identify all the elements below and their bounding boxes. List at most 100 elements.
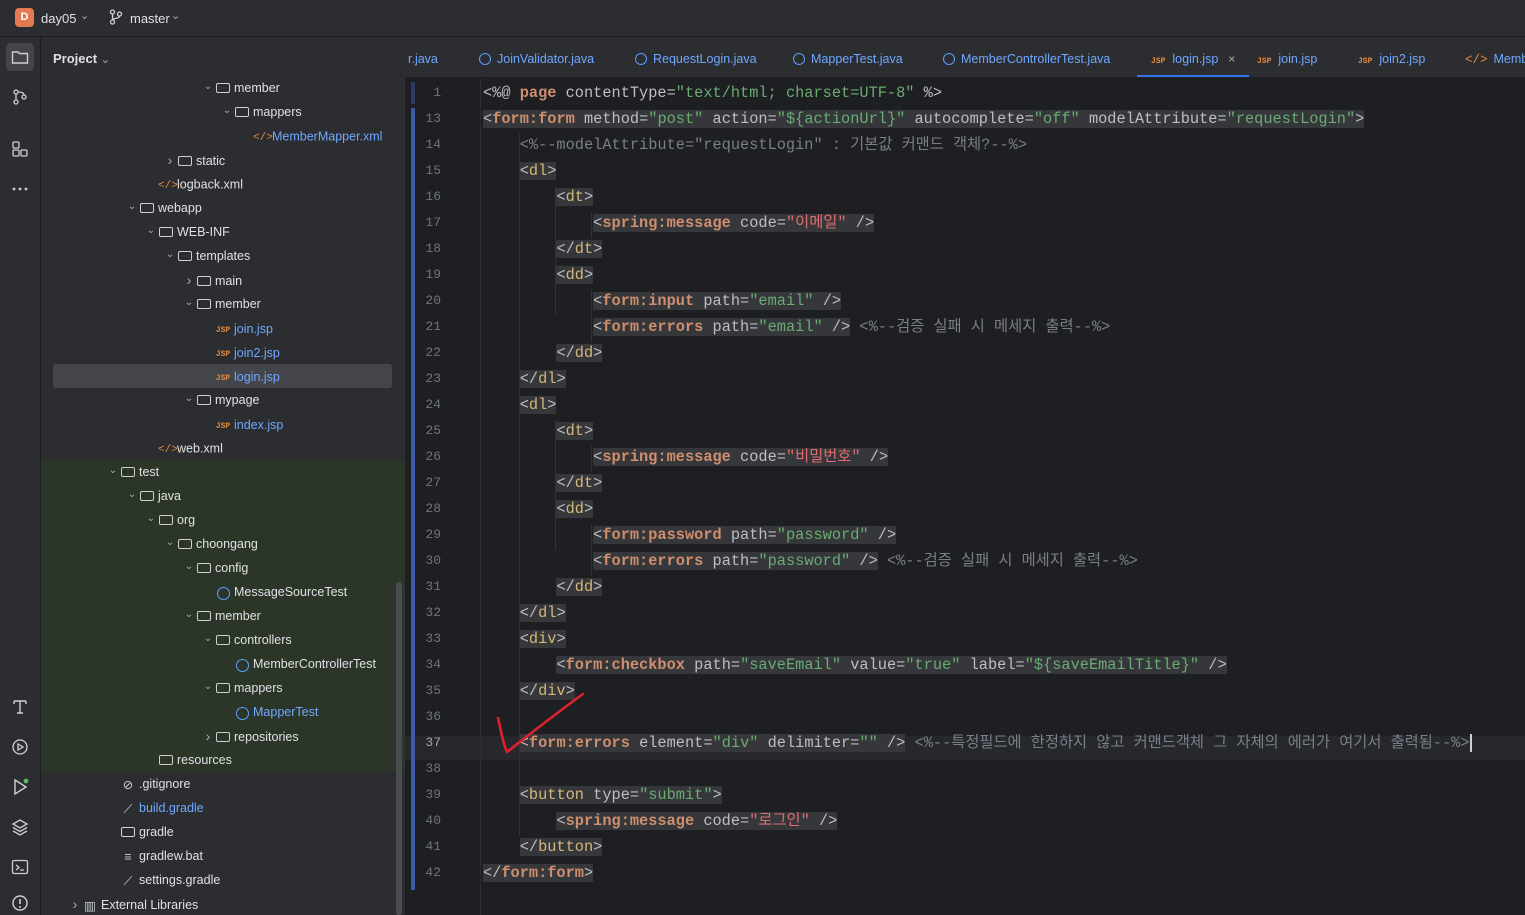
chevron-down-icon[interactable]: ⌄ [171, 9, 180, 22]
tree-item[interactable]: JSP join2.jsp [201, 340, 280, 364]
code-line[interactable]: <dd> [483, 498, 594, 520]
code-line[interactable]: <form:form method="post" action="${actio… [483, 108, 1365, 130]
code-line[interactable]: <button type="submit"> [483, 784, 722, 806]
tree-item[interactable]: ⟋ build.gradle [106, 796, 204, 820]
terminal-icon[interactable] [6, 853, 34, 881]
tree-item[interactable]: JSP join.jsp [201, 316, 273, 340]
more-icon[interactable] [6, 175, 34, 203]
editor-tab[interactable]: JSP login.jsp × [1137, 37, 1250, 77]
code-line[interactable]: <dl> [483, 160, 557, 182]
tree-item[interactable]: › main [182, 268, 242, 292]
code-line[interactable]: <form:input path="email" /> [483, 290, 842, 312]
code-line[interactable]: <form:password path="password" /> [483, 524, 897, 546]
layers-icon[interactable] [6, 813, 34, 841]
chevron-down-icon[interactable]: ⌄ [182, 291, 196, 315]
tree-item[interactable]: ≡ gradlew.bat [106, 844, 203, 868]
tree-item[interactable]: gradle [106, 820, 174, 844]
code-line[interactable]: <dd> [483, 264, 594, 286]
chevron-right-icon[interactable]: › [68, 892, 82, 915]
tree-item[interactable]: resources [144, 748, 232, 772]
tree-item[interactable]: ⌄ webapp [125, 196, 202, 220]
tree-item[interactable]: ⌄ mappers [201, 676, 283, 700]
tree-item[interactable]: ⌄ templates [163, 244, 250, 268]
chevron-down-icon[interactable]: ⌄ [101, 54, 110, 66]
run-icon[interactable] [6, 773, 34, 801]
chevron-down-icon[interactable]: ⌄ [125, 483, 139, 507]
code-line[interactable]: <form:errors path="email" /> <%--검증 실패 시… [483, 316, 1110, 338]
tree-item[interactable]: JSP login.jsp [53, 364, 392, 388]
project-panel-title[interactable]: Project ⌄ [53, 51, 110, 66]
code-line[interactable]: <dl> [483, 394, 557, 416]
tree-item[interactable]: › repositories [201, 724, 299, 748]
problems-icon[interactable] [6, 889, 34, 915]
chevron-right-icon[interactable]: › [163, 148, 177, 172]
code-line[interactable]: <form:errors element="div" delimiter="" … [483, 732, 1472, 754]
chevron-down-icon[interactable]: ⌄ [163, 243, 177, 267]
code-line[interactable]: </dd> [483, 576, 603, 598]
tree-item[interactable]: › static [163, 148, 226, 172]
chevron-down-icon[interactable]: ⌄ [182, 387, 196, 411]
editor-tab[interactable]: MapperTest.java [793, 37, 903, 77]
code-line[interactable]: <form:errors path="password" /> <%--검증 실… [483, 550, 1138, 572]
tree-item[interactable]: MapperTest [220, 700, 318, 724]
chevron-down-icon[interactable]: ⌄ [201, 75, 215, 99]
tree-item[interactable]: ⌄ mappers [220, 100, 302, 124]
code-line[interactable]: <spring:message code="이메일" /> [483, 212, 875, 234]
chevron-right-icon[interactable]: › [182, 268, 196, 292]
close-tab-icon[interactable]: × [1228, 52, 1235, 66]
chevron-down-icon[interactable]: ⌄ [163, 531, 177, 555]
project-name[interactable]: day05 [41, 11, 76, 26]
chevron-down-icon[interactable]: ⌄ [201, 675, 215, 699]
services-icon[interactable] [6, 733, 34, 761]
code-line[interactable]: </button> [483, 836, 603, 858]
code-line[interactable]: <form:checkbox path="saveEmail" value="t… [483, 654, 1227, 676]
tree-item[interactable]: ⌄ member [201, 76, 280, 100]
chevron-down-icon[interactable]: ⌄ [125, 195, 139, 219]
tree-item[interactable]: JSP index.jsp [201, 412, 284, 436]
tree-item[interactable]: </>web.xml [144, 436, 223, 460]
project-scrollbar[interactable] [396, 582, 402, 915]
editor-tab[interactable]: </> Membe [1465, 37, 1525, 77]
chevron-right-icon[interactable]: › [201, 724, 215, 748]
editor-tab[interactable]: RequestLogin.java [635, 37, 757, 77]
branch-name[interactable]: master [130, 11, 170, 26]
tree-item[interactable]: ⌄ WEB-INF [144, 220, 230, 244]
tree-item[interactable]: ⌄ org [144, 508, 195, 532]
code-line[interactable]: <dt> [483, 420, 594, 442]
code-line[interactable]: <%@ page contentType="text/html; charset… [483, 82, 942, 104]
editor-tab[interactable]: JoinValidator.java [479, 37, 594, 77]
chevron-down-icon[interactable]: ⌄ [182, 603, 196, 627]
code-line[interactable]: <dt> [483, 186, 594, 208]
code-line[interactable]: <spring:message code="비밀번호" /> [483, 446, 889, 468]
code-line[interactable]: <div> [483, 628, 566, 650]
code-line[interactable]: </dt> [483, 238, 603, 260]
git-icon[interactable] [6, 83, 34, 111]
tree-item[interactable]: MemberControllerTest [220, 652, 376, 676]
project-badge[interactable]: D [15, 8, 34, 27]
folder-icon[interactable] [6, 43, 34, 71]
code-line[interactable]: <spring:message code="로그인" /> [483, 810, 838, 832]
tree-item[interactable]: ⌄ member [182, 292, 261, 316]
tree-item[interactable]: MessageSourceTest [201, 580, 347, 604]
tree-item[interactable]: ⌄ mypage [182, 387, 260, 412]
chevron-down-icon[interactable]: ⌄ [144, 507, 158, 531]
chevron-down-icon[interactable]: ⌄ [106, 459, 120, 483]
code-line[interactable]: </dd> [483, 342, 603, 364]
code-line[interactable]: </dl> [483, 602, 566, 624]
tree-item[interactable]: › ▥ External Libraries [68, 892, 199, 915]
chevron-down-icon[interactable]: ⌄ [182, 555, 196, 579]
tree-item[interactable]: ⟋ settings.gradle [106, 868, 221, 892]
chevron-down-icon[interactable]: ⌄ [220, 99, 234, 123]
editor-tab[interactable]: MemberControllerTest.java [943, 37, 1110, 77]
code-line[interactable]: </dt> [483, 472, 603, 494]
chevron-down-icon[interactable]: ⌄ [80, 9, 89, 22]
chevron-down-icon[interactable]: ⌄ [201, 627, 215, 651]
tree-item[interactable]: ⊘ .gitignore [106, 772, 191, 796]
editor-tab[interactable]: JSP join.jsp [1257, 37, 1317, 77]
code-line[interactable]: </dl> [483, 368, 566, 390]
tree-item[interactable]: </>logback.xml [144, 172, 243, 196]
code-line[interactable]: <%--modelAttribute="requestLogin" : 기본값 … [483, 134, 1027, 156]
structure-icon[interactable] [6, 135, 34, 163]
tree-item[interactable]: ⌄ choongang [163, 532, 258, 556]
tree-item[interactable]: ⌄ test [106, 460, 159, 484]
